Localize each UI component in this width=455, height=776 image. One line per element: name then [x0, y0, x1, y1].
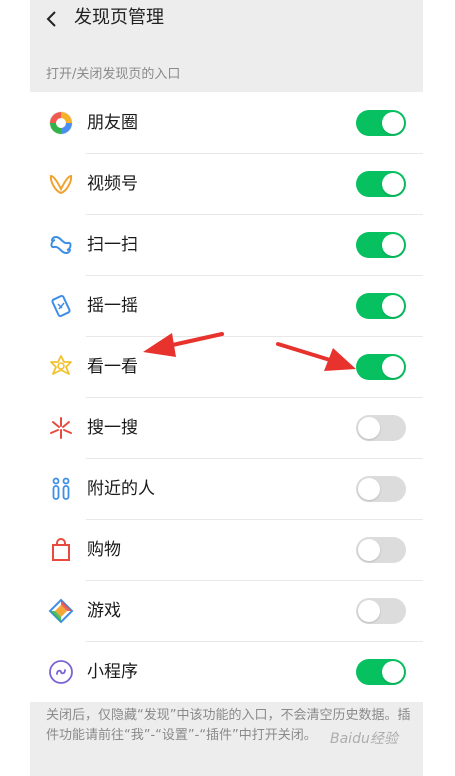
entry-list: 朋友圈 视频号 扫一扫 摇一摇 看一看 搜一搜 附近的人 购物 游戏 小程序	[30, 92, 423, 702]
toggle-switch[interactable]	[356, 110, 406, 136]
toggle-switch[interactable]	[356, 659, 406, 685]
watermark: Baidu经验	[330, 731, 398, 747]
toggle-knob	[358, 539, 380, 561]
list-item-search[interactable]: 搜一搜	[30, 397, 423, 458]
page-title: 发现页管理	[74, 7, 164, 28]
shopping-bag-icon	[52, 538, 70, 561]
item-label: 附近的人	[87, 479, 155, 499]
item-label: 视频号	[87, 174, 138, 194]
list-item-top-stories[interactable]: 看一看	[30, 336, 423, 397]
toggle-knob	[358, 417, 380, 439]
settings-screen: 发现页管理 打开/关闭发现页的入口 朋友圈 视频号 扫一扫 摇一摇 看一看 搜一…	[30, 0, 423, 776]
toggle-switch[interactable]	[356, 293, 406, 319]
item-label: 搜一搜	[87, 418, 138, 438]
toggle-switch[interactable]	[356, 171, 406, 197]
list-item-shake[interactable]: 摇一摇	[30, 275, 423, 336]
toggle-knob	[358, 600, 380, 622]
toggle-knob	[382, 356, 404, 378]
item-label: 扫一扫	[87, 235, 138, 255]
list-item-games[interactable]: 游戏	[30, 580, 423, 641]
item-label: 朋友圈	[87, 113, 138, 133]
item-label: 摇一摇	[87, 296, 138, 316]
toggle-switch[interactable]	[356, 415, 406, 441]
list-item-channels[interactable]: 视频号	[30, 153, 423, 214]
mini-programs-icon	[49, 660, 73, 684]
channels-icon	[49, 174, 73, 195]
search-icon	[50, 417, 72, 439]
moments-icon	[49, 111, 73, 135]
list-item-moments[interactable]: 朋友圈	[30, 92, 423, 153]
shake-icon	[51, 294, 71, 318]
people-nearby-icon	[52, 477, 70, 500]
toggle-knob	[382, 295, 404, 317]
toggle-switch[interactable]	[356, 354, 406, 380]
games-icon	[48, 598, 74, 624]
toggle-knob	[382, 173, 404, 195]
list-item-people-nearby[interactable]: 附近的人	[30, 458, 423, 519]
list-item-mini-programs[interactable]: 小程序	[30, 641, 423, 702]
header-bar: 发现页管理	[30, 0, 423, 42]
toggle-switch[interactable]	[356, 537, 406, 563]
toggle-switch[interactable]	[356, 232, 406, 258]
section-label: 打开/关闭发现页的入口	[46, 67, 181, 82]
item-label: 购物	[87, 540, 121, 560]
top-stories-icon	[50, 355, 72, 375]
item-label: 看一看	[87, 357, 138, 377]
list-item-scan[interactable]: 扫一扫	[30, 214, 423, 275]
toggle-knob	[358, 478, 380, 500]
back-arrow-icon[interactable]	[42, 9, 62, 29]
scan-icon	[50, 236, 72, 254]
toggle-knob	[382, 234, 404, 256]
list-item-shopping[interactable]: 购物	[30, 519, 423, 580]
toggle-switch[interactable]	[356, 598, 406, 624]
toggle-knob	[382, 661, 404, 683]
item-label: 游戏	[87, 601, 121, 621]
toggle-knob	[382, 112, 404, 134]
item-label: 小程序	[87, 662, 138, 682]
toggle-switch[interactable]	[356, 476, 406, 502]
